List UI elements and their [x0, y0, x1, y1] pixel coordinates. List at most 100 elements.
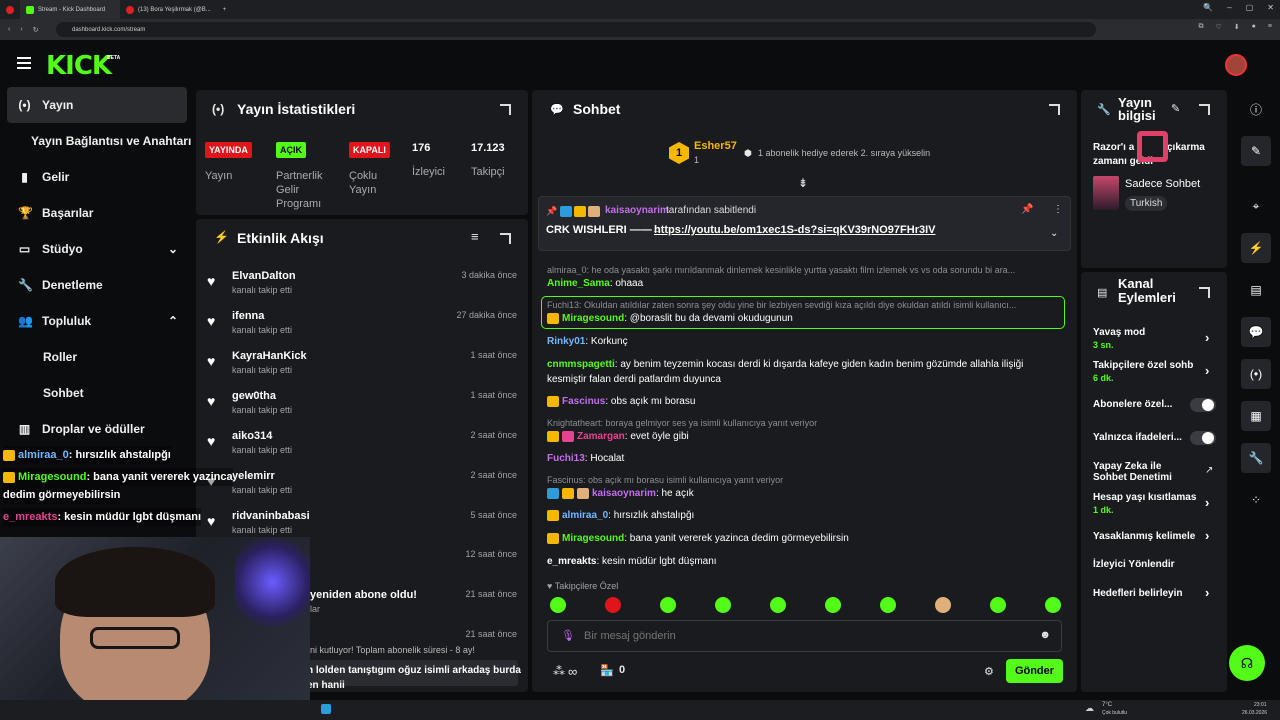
sidebar-item-topluluk[interactable]: 👥 Topluluk ⌃ [18, 311, 178, 331]
menu-icon[interactable]: ≡ [1268, 23, 1272, 31]
url-field[interactable]: dashboard.kick.com/stream [56, 22, 1096, 37]
emote-button[interactable] [825, 597, 841, 613]
goals-item[interactable]: Hedefleri belirleyin [1093, 588, 1208, 599]
profile-icon[interactable]: ● [1252, 23, 1256, 31]
filter-icon[interactable]: ≡ [471, 229, 479, 244]
sidebar-item-roller[interactable]: Roller [43, 347, 77, 367]
account-age-item[interactable]: Hesap yaşı kısıtlamas 1 dk. [1093, 492, 1201, 515]
wrench-icon: 🔧 [1097, 104, 1111, 116]
emote-button[interactable] [770, 597, 786, 613]
browser-tab-youtube[interactable]: (13) Bora Yeşilırmak (@B... [120, 0, 217, 19]
external-link-icon[interactable]: ↗ [1205, 465, 1213, 476]
expand-icon[interactable] [500, 233, 511, 244]
expand-icon[interactable] [500, 104, 511, 115]
sidebar-item-droplar[interactable]: ▥ Droplar ve ödüller [18, 419, 145, 439]
followers-only-item[interactable]: Takipçilere özel sohb 6 dk. [1093, 360, 1201, 383]
bookmark-icon[interactable]: ♡ [1216, 23, 1222, 31]
kick-logo[interactable]: KICK [46, 51, 112, 81]
edit-pencil-icon[interactable]: ✎ [1171, 102, 1180, 115]
reload-icon[interactable]: ↻ [33, 26, 39, 34]
microphone-icon[interactable]: 🎙 [561, 629, 575, 642]
emote-button[interactable] [715, 597, 731, 613]
chat-icon[interactable]: 💬 [1241, 317, 1271, 347]
crown-badge-icon [547, 313, 559, 324]
more-options-icon[interactable]: ⋮ [1053, 204, 1063, 215]
emoji-picker-icon[interactable]: ☻ [1039, 629, 1051, 641]
sidebar-item-yayin[interactable]: (•) Yayın [18, 95, 73, 115]
chevron-right-icon[interactable]: › [1205, 585, 1209, 600]
scroll-down-icon[interactable]: ⇟ [798, 176, 808, 190]
chevron-down-icon[interactable]: ⌄ [1050, 228, 1058, 239]
emote-button[interactable] [605, 597, 621, 613]
moderator-badge-icon [547, 488, 559, 499]
info-icon[interactable]: ⓘ [1241, 94, 1271, 124]
raid-item[interactable]: İzleyici Yönlendir [1093, 559, 1208, 570]
chevron-right-icon[interactable]: › [1205, 495, 1209, 510]
user-avatar[interactable] [1225, 54, 1247, 76]
browser-tab-kick[interactable]: Stream - Kick Dashboard [20, 0, 120, 19]
sidebar-item-stream-key[interactable]: Yayın Bağlantısı ve Anahtarı [31, 131, 191, 151]
send-button[interactable]: Gönder [1006, 659, 1063, 683]
bolt-icon[interactable]: ⚡ [1241, 233, 1271, 263]
layout-icon[interactable]: ▦ [1241, 401, 1271, 431]
broadcast-icon[interactable]: (•) [1241, 359, 1271, 389]
wrench-icon[interactable]: 🔧 [1241, 443, 1271, 473]
sidebar-item-basarilar[interactable]: 🏆 Başarılar [18, 203, 93, 223]
download-icon[interactable]: ⬇ [1234, 23, 1240, 31]
shop-icon[interactable]: 🏪 [600, 664, 614, 677]
expand-icon[interactable] [1199, 287, 1210, 298]
search-tabs-icon[interactable]: 🔍 [1203, 3, 1213, 12]
new-tab-button[interactable]: + [217, 0, 233, 19]
sidebar-item-gelir[interactable]: ▮ Gelir [18, 167, 69, 187]
sidebar-item-studyo[interactable]: ▭ Stüdyo ⌄ [18, 239, 178, 259]
emote-button[interactable] [990, 597, 1006, 613]
emote-button[interactable] [550, 597, 566, 613]
taskbar-app-icon[interactable] [321, 704, 331, 714]
settings-gear-icon[interactable]: ⚙ [984, 665, 994, 678]
banned-words-item[interactable]: Yasaklanmış kelimele [1093, 531, 1201, 542]
hamburger-menu-icon[interactable] [17, 57, 31, 69]
emotes-only-toggle[interactable] [1190, 431, 1216, 445]
subscribers-only-toggle[interactable] [1190, 398, 1216, 412]
expand-icon[interactable] [1049, 104, 1060, 115]
chat-message-input[interactable] [584, 627, 1024, 645]
edit-icon[interactable]: ✎ [1241, 136, 1271, 166]
follower-label: Takipçi [471, 166, 505, 178]
category-thumbnail[interactable] [1093, 176, 1119, 210]
kick-favicon [26, 5, 34, 14]
gift-user[interactable]: Esher57 [694, 140, 737, 152]
pinned-by-user[interactable]: kaisaoynarim [605, 205, 669, 216]
chevron-right-icon[interactable]: › [1205, 363, 1209, 378]
unpin-icon[interactable]: 📌 [1021, 204, 1033, 215]
emote-button[interactable] [660, 597, 676, 613]
chevron-right-icon[interactable]: › [1205, 528, 1209, 543]
forward-icon[interactable]: › [20, 26, 22, 33]
points-icon[interactable]: ⁂ [553, 664, 565, 678]
category-name[interactable]: Sadece Sohbet [1125, 178, 1200, 190]
live-badge: YAYINDA [205, 142, 252, 158]
support-headset-icon[interactable]: ☊ [1229, 645, 1265, 681]
opera-icon[interactable] [0, 0, 20, 19]
back-icon[interactable]: ‹ [8, 26, 10, 33]
document-icon[interactable]: ▤ [1241, 275, 1271, 305]
close-button[interactable]: ✕ [1267, 3, 1274, 12]
minimize-button[interactable]: – [1227, 3, 1231, 12]
emote-button[interactable] [1045, 597, 1061, 613]
camera-scan-icon[interactable]: ⌖ [1241, 191, 1271, 221]
emote-button[interactable] [880, 597, 896, 613]
overlay-chat-message: Miragesound: bana yanit vererek yazinca [3, 468, 233, 486]
expand-icon[interactable] [1199, 104, 1210, 115]
broadcast-icon: (•) [18, 98, 31, 112]
slow-mode-item[interactable]: Yavaş mod 3 sn. [1093, 327, 1208, 350]
chat-message: Miragesound: bana yanit vererek yazinca … [547, 533, 849, 544]
sidebar-item-denetleme[interactable]: 🔧 Denetleme [18, 275, 103, 295]
maximize-button[interactable]: ▢ [1246, 3, 1254, 12]
sidebar-item-sohbet[interactable]: Sohbet [43, 383, 84, 403]
emote-button[interactable] [935, 597, 951, 613]
apps-icon[interactable]: ⁘ [1241, 485, 1271, 515]
extension-icon[interactable]: ⧉ [1199, 23, 1204, 31]
pinned-link[interactable]: https://youtu.be/om1xec1S-ds?si=qKV39rNO… [654, 224, 936, 236]
chat-input-box[interactable]: 🎙 ☻ [547, 620, 1062, 652]
ai-moderation-item[interactable]: Yapay Zeka ile Sohbet Denetimi [1093, 461, 1193, 483]
chevron-right-icon[interactable]: › [1205, 330, 1209, 345]
